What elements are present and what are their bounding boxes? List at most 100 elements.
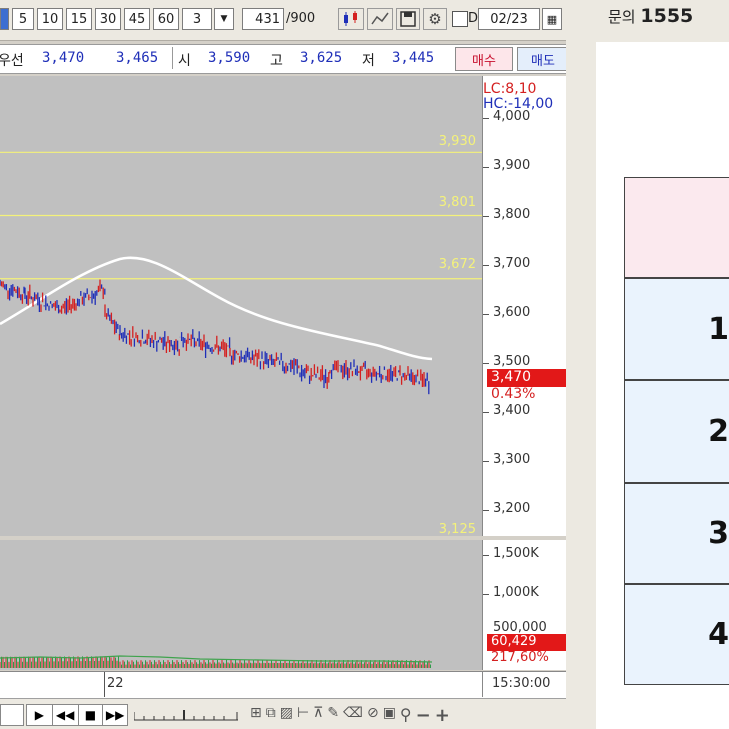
- level-label-3801: 3,801: [438, 195, 476, 210]
- price-axis: LC:8,10 HC:-14,00 4,000 3,900 3,800 3,700 3,…: [482, 76, 566, 536]
- price-tick-label: 3,400: [493, 403, 531, 418]
- gear-icon: ⚙: [428, 10, 442, 28]
- price-tickmark: [483, 412, 489, 413]
- volume-tickmark: [483, 594, 489, 595]
- stop-button[interactable]: ■: [79, 705, 104, 725]
- inquiry-header: 문의 1555: [608, 5, 693, 27]
- scroll-track-left[interactable]: [0, 704, 24, 726]
- volume-plot-area[interactable]: [0, 540, 482, 670]
- calendar-button[interactable]: ▦: [542, 8, 562, 30]
- grid-icon[interactable]: ⊞: [250, 705, 262, 725]
- level-label-3930: 3,930: [438, 134, 476, 149]
- count-total-label: /900: [286, 11, 316, 26]
- volume-tick-500k: 500,000: [493, 620, 547, 635]
- search-icon[interactable]: ⚲: [400, 705, 412, 725]
- date-checkbox-label: D: [468, 11, 479, 26]
- sell-button[interactable]: 매도: [517, 47, 566, 71]
- chart-toolbar: 5 10 15 30 45 60 3 ▼ 431 /900 ⚙ D 02/23 …: [0, 0, 566, 41]
- line-tool-button[interactable]: [367, 8, 393, 30]
- day-label: 22: [107, 676, 124, 691]
- stop-icon: ■: [84, 708, 97, 722]
- table-row: 2: [624, 380, 729, 483]
- period-button-5[interactable]: 5: [12, 8, 34, 30]
- rewind-icon: ◀◀: [55, 708, 75, 722]
- open-price: 3,590: [208, 50, 251, 66]
- layout-icon[interactable]: ⧉: [266, 705, 276, 725]
- fib-icon[interactable]: ⊢: [297, 705, 309, 725]
- current-volume-tag-value: 60,429: [491, 634, 537, 649]
- date-checkbox[interactable]: [452, 11, 468, 27]
- period-button-10[interactable]: 10: [37, 8, 63, 30]
- trend-line-icon: [371, 12, 389, 25]
- price-tickmark: [483, 216, 489, 217]
- table-row: 3: [624, 483, 729, 584]
- axis-divider: [482, 672, 483, 697]
- candle-type-button[interactable]: [338, 8, 364, 30]
- price-tickmark: [483, 314, 489, 315]
- buy-button[interactable]: 매수: [455, 47, 513, 71]
- time-label: 15:30:00: [492, 676, 551, 691]
- current-price: 3,470: [42, 50, 85, 66]
- channel-icon[interactable]: ⊼: [313, 705, 323, 725]
- price-tickmark: [483, 363, 489, 364]
- interval-input[interactable]: 3: [182, 8, 212, 30]
- level-label-3672: 3,672: [438, 257, 476, 272]
- save-button[interactable]: [396, 8, 420, 30]
- play-icon: ▶: [34, 708, 44, 722]
- eraser-icon[interactable]: ⌫: [343, 705, 363, 725]
- period-button-45[interactable]: 45: [124, 8, 150, 30]
- image-icon[interactable]: ▨: [280, 705, 293, 725]
- save-icon: [400, 11, 416, 27]
- price-tick-label: 4,000: [493, 109, 531, 124]
- high-price: 3,625: [300, 50, 343, 66]
- price-tick-label: 3,700: [493, 256, 531, 271]
- volume-axis: 1,500K 1,000K 500,000 60,429 217,60%: [482, 540, 566, 670]
- rewind-button[interactable]: ◀◀: [53, 705, 79, 725]
- pen-icon[interactable]: ✎: [327, 705, 339, 725]
- zoom-slider[interactable]: [133, 707, 238, 721]
- price-tickmark: [483, 461, 489, 462]
- candle-icon: [344, 11, 357, 26]
- fast-forward-icon: ▶▶: [105, 708, 125, 722]
- prev-price: 3,465: [116, 50, 159, 66]
- zoom-in-button[interactable]: +: [435, 705, 450, 726]
- date-input[interactable]: 02/23: [478, 8, 540, 30]
- zoom-out-button[interactable]: −: [416, 705, 431, 726]
- interval-dropdown-button[interactable]: ▼: [214, 8, 234, 30]
- quote-bar: 우선 3,470 3,465 시 3,590 고 3,625 저 3,445 매…: [0, 44, 566, 74]
- volume-chart: [0, 655, 433, 668]
- note-icon[interactable]: ▣: [383, 705, 396, 725]
- chart-window: 5 10 15 30 45 60 3 ▼ 431 /900 ⚙ D 02/23 …: [0, 0, 566, 729]
- volume-tick-1500k: 1,500K: [493, 546, 539, 561]
- fast-forward-button[interactable]: ▶▶: [103, 705, 127, 725]
- current-price-tag-value: 3,470: [491, 369, 532, 385]
- price-tick-label: 3,900: [493, 158, 531, 173]
- price-tickmark: [483, 510, 489, 511]
- current-volume-tag: 60,429: [487, 634, 566, 651]
- period-button-tick[interactable]: [0, 8, 9, 30]
- period-button-15[interactable]: 15: [66, 8, 92, 30]
- stock-name-fragment: 우선: [0, 53, 24, 69]
- table-header-cell: [624, 177, 729, 278]
- settings-button[interactable]: ⚙: [423, 8, 447, 30]
- inquiry-number: 1555: [640, 5, 694, 27]
- annotate-icon[interactable]: ⊘: [367, 705, 379, 725]
- inquiry-panel: 문의 1555 1 2 3 4: [566, 0, 729, 729]
- price-plot-area[interactable]: 3,930 3,801 3,672 3,125: [0, 76, 482, 537]
- period-button-60[interactable]: 60: [153, 8, 179, 30]
- period-button-30[interactable]: 30: [95, 8, 121, 30]
- chevron-down-icon: ▼: [220, 14, 228, 24]
- chart-navigation-bar: ▶ ◀◀ ■ ▶▶ ⊞ ⧉ ▨ ⊢ ⊼ ✎ ⌫ ⊘ ▣ ⚲ − +: [0, 698, 566, 729]
- volume-ratio-label: 217,60%: [491, 650, 549, 665]
- lc-label: LC:8,10: [483, 81, 537, 97]
- price-tick-label: 3,500: [493, 354, 531, 369]
- open-label: 시: [178, 53, 191, 69]
- price-tick-label: 3,300: [493, 452, 531, 467]
- current-change-label: 0.43%: [491, 386, 536, 402]
- play-button[interactable]: ▶: [27, 705, 53, 725]
- current-price-tag: 3,470: [487, 369, 566, 387]
- price-tickmark: [483, 265, 489, 266]
- volume-tickmark: [483, 555, 489, 556]
- count-input[interactable]: 431: [242, 8, 284, 30]
- high-label: 고: [270, 53, 283, 69]
